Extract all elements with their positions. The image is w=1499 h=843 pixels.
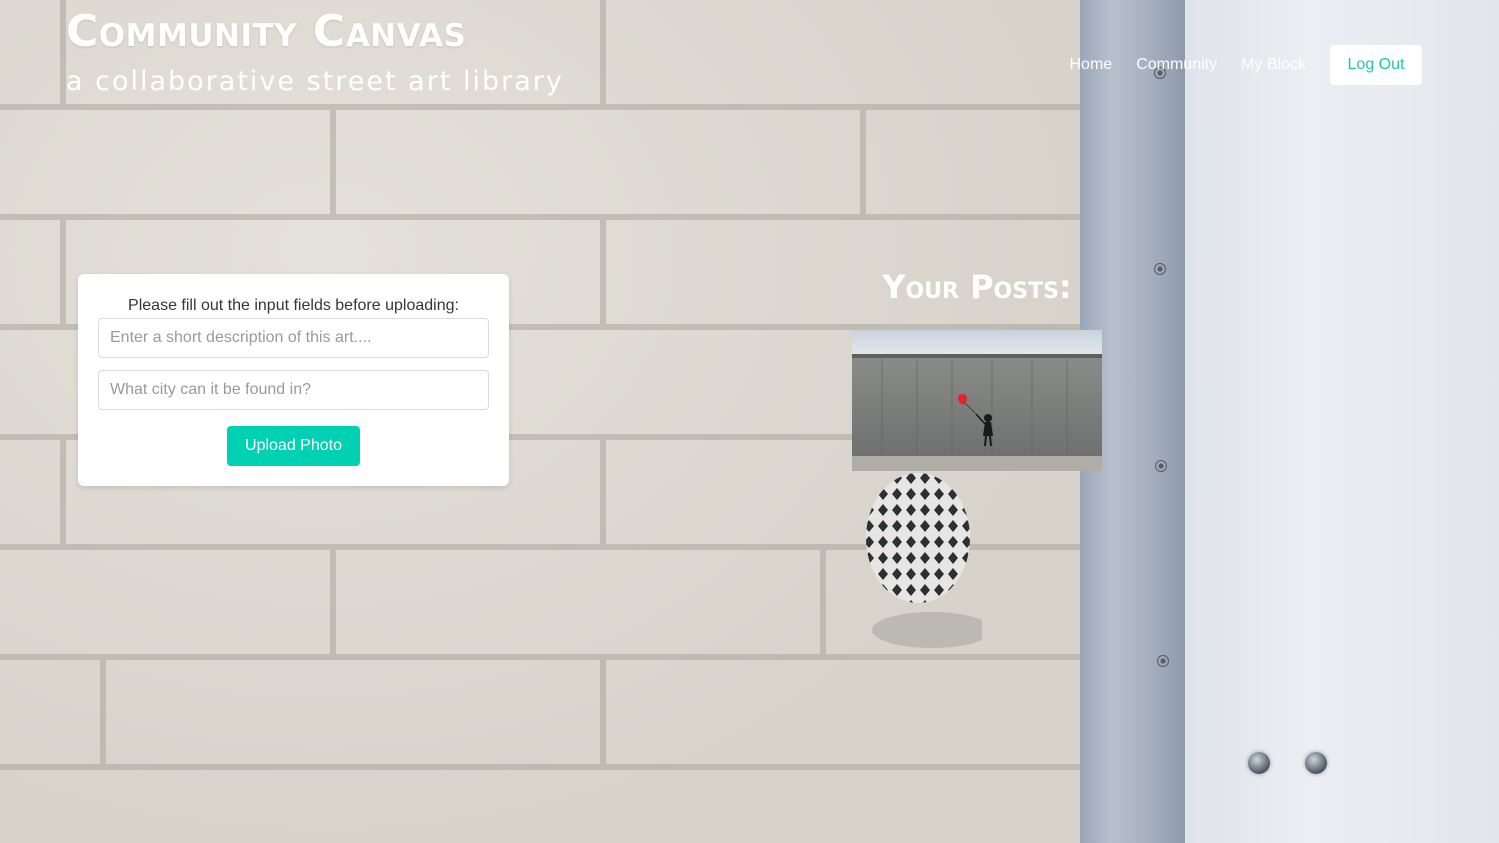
description-input[interactable] bbox=[98, 318, 489, 358]
brick-row bbox=[0, 660, 1080, 770]
post-thumbnail[interactable] bbox=[852, 330, 1102, 471]
posts-heading: Your Posts: bbox=[882, 268, 1072, 306]
upload-card: Please fill out the input fields before … bbox=[78, 274, 509, 486]
upload-photo-button[interactable]: Upload Photo bbox=[227, 426, 360, 466]
nav-link-community[interactable]: Community bbox=[1136, 45, 1217, 85]
brick-row bbox=[0, 110, 1080, 220]
rivet bbox=[1155, 460, 1167, 472]
wall-stencil-art bbox=[866, 473, 982, 648]
navbar: Home Community My Block Log Out bbox=[1046, 45, 1422, 85]
site-subtitle: a collaborative street art library bbox=[66, 66, 564, 97]
rivet bbox=[1157, 655, 1169, 667]
nav-link-my-block[interactable]: My Block bbox=[1241, 45, 1306, 85]
logout-button[interactable]: Log Out bbox=[1330, 45, 1422, 85]
nav-link-home[interactable]: Home bbox=[1070, 45, 1113, 85]
site-title: Community Canvas bbox=[66, 6, 467, 57]
post-image-art bbox=[852, 330, 1102, 471]
background-metal-panel bbox=[1185, 0, 1499, 843]
rivet bbox=[1154, 263, 1166, 275]
bolt bbox=[1248, 752, 1270, 774]
upload-instructions: Please fill out the input fields before … bbox=[128, 297, 459, 314]
bolt bbox=[1305, 752, 1327, 774]
city-input[interactable] bbox=[98, 370, 489, 410]
